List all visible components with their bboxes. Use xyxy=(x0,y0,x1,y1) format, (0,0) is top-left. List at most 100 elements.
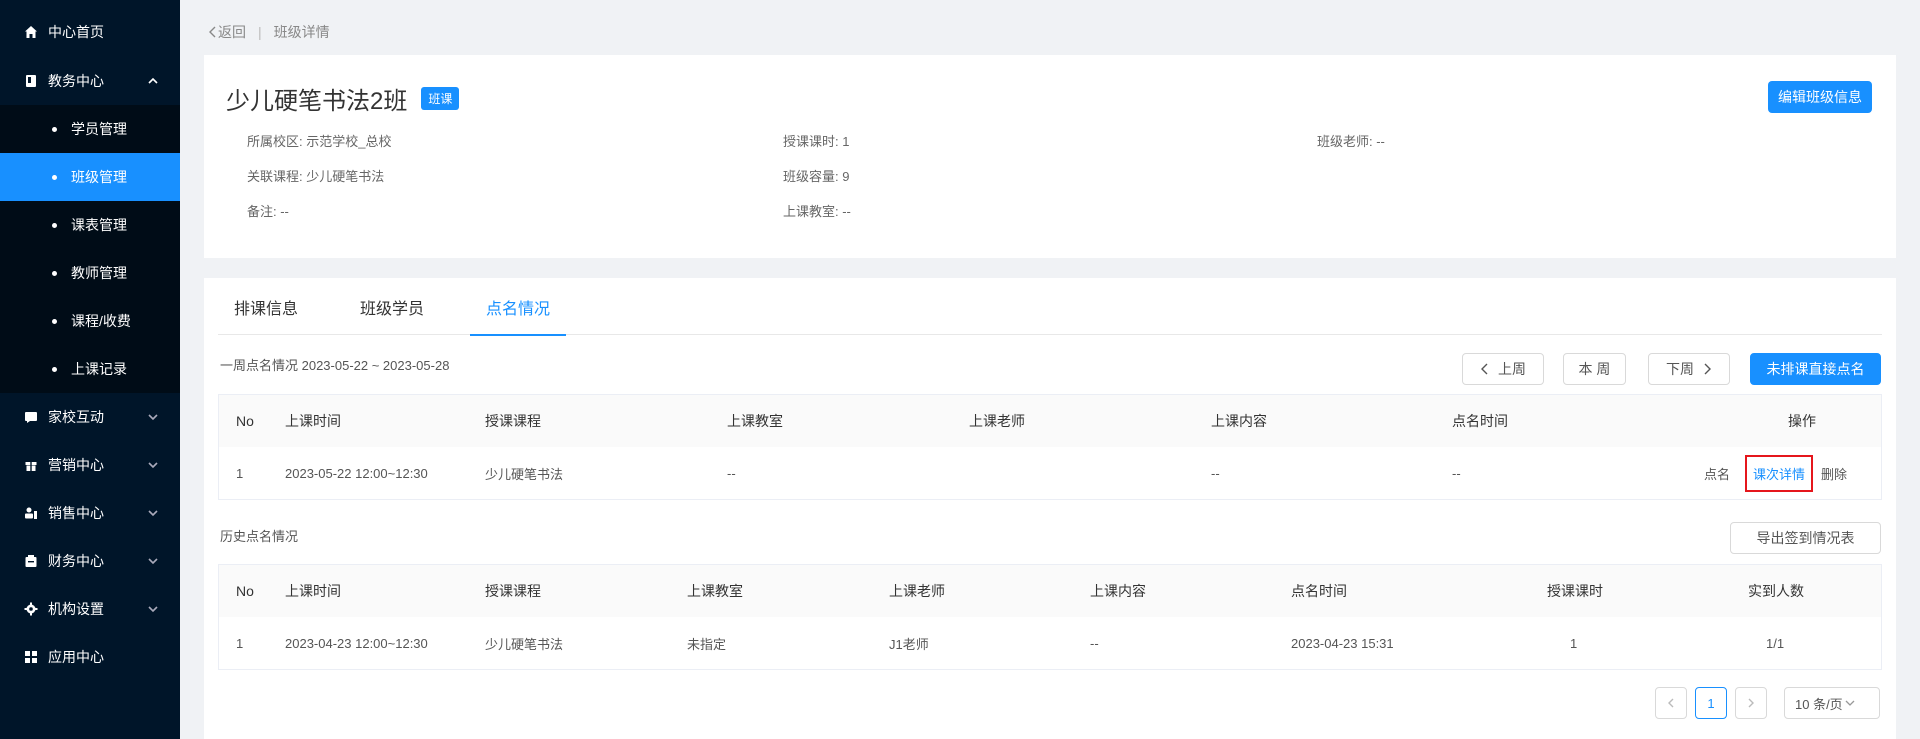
course-field: 关联课程: 少儿硬笔书法 xyxy=(247,169,385,184)
prev-page-button[interactable] xyxy=(1655,687,1687,719)
classroom: 未指定 xyxy=(687,636,727,652)
book-icon xyxy=(24,74,38,88)
column-header: 上课老师 xyxy=(889,583,945,599)
chevron-down-icon xyxy=(146,554,160,568)
sidebar-item-settings[interactable]: 机构设置 xyxy=(0,585,180,633)
table-header: No 上课时间 授课课程 上课教室 上课老师 上课内容 点名时间 授课课时 实到… xyxy=(219,565,1881,617)
weekly-rollcall-label: 一周点名情况 2023-05-22 ~ 2023-05-28 xyxy=(220,358,450,373)
column-header: 点名时间 xyxy=(1291,583,1347,599)
lesson-detail-cell: 课次详情 xyxy=(1745,447,1814,499)
chevron-up-icon xyxy=(146,74,160,88)
attendance-link[interactable]: 1/1 xyxy=(1766,617,1784,669)
gear-icon xyxy=(24,602,38,616)
breadcrumb-separator: | xyxy=(258,24,262,40)
column-header: 上课时间 xyxy=(285,413,341,429)
sidebar-item-marketing[interactable]: 营销中心 xyxy=(0,441,180,489)
sidebar-item-finance[interactable]: 财务中心 xyxy=(0,537,180,585)
class-name: 少儿硬笔书法2班 xyxy=(226,88,408,115)
sidebar-item-academic[interactable]: 教务中心 xyxy=(0,57,180,105)
classroom-field: 上课教室: -- xyxy=(783,204,851,219)
bullet-icon xyxy=(52,222,57,228)
sidebar-item-classes[interactable]: 班级管理 xyxy=(0,153,180,201)
history-rollcall-label: 历史点名情况 xyxy=(220,529,299,544)
breadcrumb-current: 班级详情 xyxy=(273,24,330,40)
gift-icon xyxy=(24,458,38,472)
main-content: 返回 | 班级详情 少儿硬笔书法2班 班课 编辑班级信息 所属校区: 示范学校_… xyxy=(180,0,1920,739)
column-header: 上课时间 xyxy=(285,583,341,599)
sidebar-item-students[interactable]: 学员管理 xyxy=(0,105,180,153)
sidebar-item-apps[interactable]: 应用中心 xyxy=(0,633,180,681)
page-number-button[interactable]: 1 xyxy=(1695,687,1727,719)
column-header: 上课老师 xyxy=(969,413,1025,429)
bullet-icon xyxy=(52,318,57,324)
export-button[interactable]: 导出签到情况表 xyxy=(1730,522,1881,554)
sidebar-item-label: 机构设置 xyxy=(48,601,104,617)
tab-bar: 排课信息 班级学员 点名情况 xyxy=(218,278,1882,336)
next-week-button[interactable]: 下周 xyxy=(1648,353,1730,385)
sidebar-item-teachers[interactable]: 教师管理 xyxy=(0,249,180,297)
chevron-left-icon xyxy=(1481,363,1488,375)
sidebar-item-label: 教务中心 xyxy=(48,73,104,89)
tab-class-students[interactable]: 班级学员 xyxy=(344,278,440,335)
sidebar-item-label: 销售中心 xyxy=(48,505,104,521)
direct-rollcall-button[interactable]: 未排课直接点名 xyxy=(1750,353,1881,385)
delete-link[interactable]: 删除 xyxy=(1821,447,1847,499)
column-header: 点名时间 xyxy=(1452,413,1508,429)
next-page-button[interactable] xyxy=(1735,687,1767,719)
sidebar-item-sales[interactable]: 销售中心 xyxy=(0,489,180,537)
sidebar-item-label: 中心首页 xyxy=(48,24,104,40)
table-row: 1 2023-04-23 12:00~12:30 少儿硬笔书法 未指定 J1老师… xyxy=(219,617,1881,669)
sidebar-item-label: 营销中心 xyxy=(48,457,104,473)
page-size-label: 10 条/页 xyxy=(1795,696,1843,712)
column-header: 上课内容 xyxy=(1211,413,1267,429)
sidebar-item-courses[interactable]: 课程/收费 xyxy=(0,297,180,345)
remark-field: 备注: -- xyxy=(247,204,289,219)
sidebar-item-records[interactable]: 上课记录 xyxy=(0,345,180,393)
grid-icon xyxy=(24,650,38,664)
column-header: No xyxy=(236,413,254,429)
column-header: 授课课程 xyxy=(485,583,541,599)
rollcall-time: -- xyxy=(1452,465,1461,481)
rollcall-time: 2023-04-23 15:31 xyxy=(1291,635,1394,651)
finance-icon xyxy=(24,554,38,568)
chevron-left-icon xyxy=(1668,698,1674,708)
home-icon xyxy=(24,25,38,39)
tab-schedule-info[interactable]: 排课信息 xyxy=(218,278,314,335)
class-content: -- xyxy=(1211,465,1220,481)
sidebar-item-home[interactable]: 中心首页 xyxy=(0,8,180,56)
sidebar-item-home-school[interactable]: 家校互动 xyxy=(0,393,180,441)
prev-week-button[interactable]: 上周 xyxy=(1462,353,1544,385)
page-size-select[interactable]: 10 条/页 xyxy=(1784,687,1880,719)
tab-rollcall[interactable]: 点名情况 xyxy=(470,278,567,336)
column-header: 上课教室 xyxy=(687,583,743,599)
lesson-detail-link[interactable]: 课次详情 xyxy=(1745,454,1814,492)
chevron-down-icon xyxy=(146,458,160,472)
back-link[interactable]: 返回 xyxy=(208,22,246,42)
bullet-icon xyxy=(52,174,57,180)
bullet-icon xyxy=(52,270,57,276)
weekly-rollcall-table: No 上课时间 授课课程 上课教室 上课老师 上课内容 点名时间 操作 1 20… xyxy=(218,394,1882,500)
sidebar-item-label: 班级管理 xyxy=(71,169,127,185)
sidebar-item-label: 应用中心 xyxy=(48,649,104,665)
breadcrumb: 返回 | 班级详情 xyxy=(208,22,330,42)
sidebar-item-label: 学员管理 xyxy=(71,121,127,137)
chat-icon xyxy=(24,410,38,424)
sidebar-item-schedule[interactable]: 课表管理 xyxy=(0,201,180,249)
next-week-label: 下周 xyxy=(1666,361,1694,377)
chevron-down-icon xyxy=(1845,700,1855,706)
this-week-button[interactable]: 本 周 xyxy=(1563,353,1626,385)
sidebar-item-label: 课表管理 xyxy=(71,217,127,233)
prev-week-label: 上周 xyxy=(1498,361,1526,377)
class-time: 2023-05-22 12:00~12:30 xyxy=(285,465,428,481)
hours-field: 授课课时: 1 xyxy=(783,134,850,149)
column-header: No xyxy=(236,583,254,599)
table-row: 1 2023-05-22 12:00~12:30 少儿硬笔书法 -- -- --… xyxy=(219,447,1881,499)
campus-field: 所属校区: 示范学校_总校 xyxy=(247,134,392,149)
rollcall-link[interactable]: 点名 xyxy=(1704,447,1730,499)
sidebar-item-label: 课程/收费 xyxy=(71,313,131,329)
chevron-right-icon xyxy=(1748,698,1754,708)
classroom: -- xyxy=(727,465,736,481)
row-number: 1 xyxy=(236,635,244,651)
edit-class-button[interactable]: 编辑班级信息 xyxy=(1768,81,1872,113)
class-time: 2023-04-23 12:00~12:30 xyxy=(285,635,428,651)
